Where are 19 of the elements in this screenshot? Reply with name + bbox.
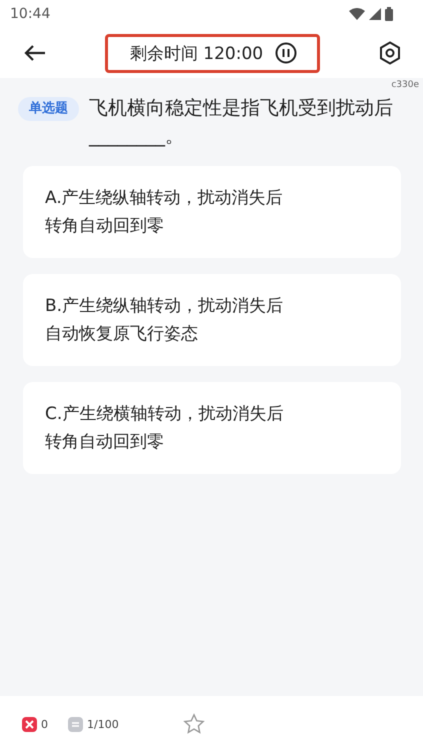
back-arrow-icon[interactable] xyxy=(24,44,46,62)
version-code: c330e xyxy=(391,80,419,90)
progress-count: 1/100 xyxy=(87,718,119,730)
answer-option[interactable]: A.产生绕纵轴转动，扰动消失后转角自动回到零 xyxy=(23,166,401,258)
settings-icon[interactable] xyxy=(379,41,401,65)
wrong-count: 0 xyxy=(41,718,48,730)
star-icon[interactable] xyxy=(182,713,205,735)
signal-icon xyxy=(369,8,381,20)
answer-option[interactable]: C.产生绕横轴转动，扰动消失后转角自动回到零 xyxy=(23,382,401,474)
question-text: 飞机横向稳定性是指飞机受到扰动后________。 xyxy=(89,96,394,149)
question-type-tag: 单选题 xyxy=(18,97,79,121)
wifi-icon xyxy=(349,8,365,20)
pause-icon[interactable] xyxy=(275,42,298,64)
wrong-icon xyxy=(22,716,37,732)
battery-icon xyxy=(385,7,393,21)
status-time: 10:44 xyxy=(10,6,50,22)
answer-option[interactable]: B.产生绕纵轴转动，扰动消失后自动恢复原飞行姿态 xyxy=(23,274,401,366)
progress-icon xyxy=(68,716,83,732)
timer-text: 剩余时间 120:00 xyxy=(130,42,264,64)
